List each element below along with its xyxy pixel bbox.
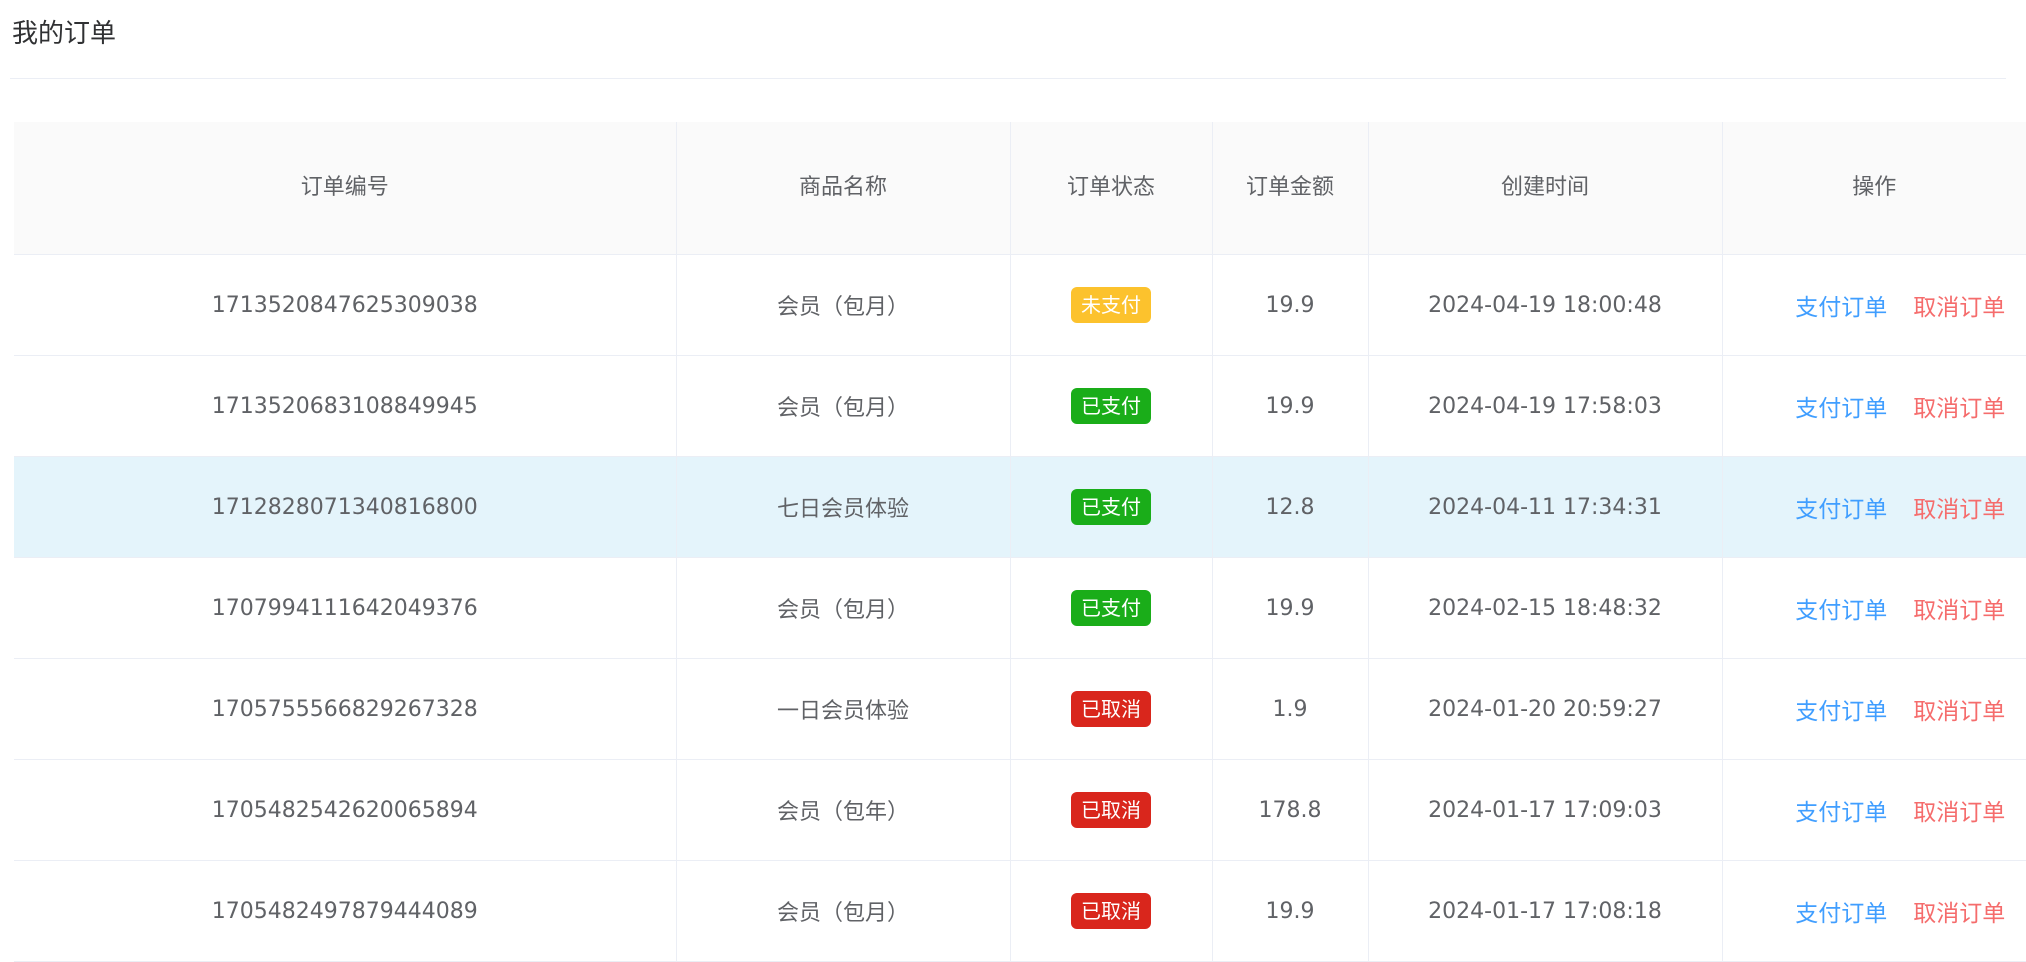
status-badge: 已支付 [1071,590,1151,626]
created-cell: 2024-04-19 18:00:48 [1368,254,1723,356]
table-row[interactable]: 1713520847625309038 会员（包月） 未支付 19.9 2024… [14,254,2026,356]
table-row[interactable]: 1712828071340816800 七日会员体验 已支付 12.8 2024… [14,456,2026,558]
column-header-created[interactable]: 创建时间 [1368,122,1723,255]
pay-order-link[interactable]: 支付订单 [1795,591,1887,625]
status-cell: 已取消 [1010,759,1213,861]
product-cell: 会员（包年） [676,759,1011,861]
actions-cell: 支付订单 取消订单 [1722,456,2026,558]
created-cell: 2024-01-20 20:59:27 [1368,658,1723,760]
created-cell: 2024-01-17 17:09:03 [1368,759,1723,861]
status-cell: 已取消 [1010,658,1213,760]
status-badge: 未支付 [1071,287,1151,323]
table-row[interactable]: 1705755566829267328 一日会员体验 已取消 1.9 2024-… [14,658,2026,760]
amount-cell: 19.9 [1212,254,1369,356]
cancel-order-link[interactable]: 取消订单 [1913,692,2005,726]
actions-cell: 支付订单 取消订单 [1722,860,2026,962]
column-header-status[interactable]: 订单状态 [1010,122,1213,255]
cancel-order-link[interactable]: 取消订单 [1913,490,2005,524]
amount-cell: 12.8 [1212,456,1369,558]
amount-cell: 19.9 [1212,355,1369,457]
created-cell: 2024-02-15 18:48:32 [1368,557,1723,659]
column-header-actions[interactable]: 操作 [1722,122,2026,255]
status-cell: 已支付 [1010,355,1213,457]
amount-cell: 19.9 [1212,860,1369,962]
status-cell: 已取消 [1010,860,1213,962]
status-badge: 已取消 [1071,691,1151,727]
product-cell: 一日会员体验 [676,658,1011,760]
cancel-order-link[interactable]: 取消订单 [1913,894,2005,928]
table-header-row: 订单编号 商品名称 订单状态 订单金额 创建时间 操作 [14,122,2026,255]
actions-cell: 支付订单 取消订单 [1722,557,2026,659]
cancel-order-link[interactable]: 取消订单 [1913,793,2005,827]
actions-cell: 支付订单 取消订单 [1722,658,2026,760]
amount-cell: 19.9 [1212,557,1369,659]
order-no-cell: 1707994111642049376 [14,557,677,659]
order-no-cell: 1705482542620065894 [14,759,677,861]
product-cell: 会员（包月） [676,557,1011,659]
orders-table: 订单编号 商品名称 订单状态 订单金额 创建时间 操作 171352084762… [14,122,2026,962]
status-badge: 已取消 [1071,893,1151,929]
pay-order-link[interactable]: 支付订单 [1795,288,1887,322]
cancel-order-link[interactable]: 取消订单 [1913,288,2005,322]
order-no-cell: 1713520683108849945 [14,355,677,457]
status-cell: 未支付 [1010,254,1213,356]
pay-order-link[interactable]: 支付订单 [1795,793,1887,827]
pay-order-link[interactable]: 支付订单 [1795,692,1887,726]
product-cell: 七日会员体验 [676,456,1011,558]
created-cell: 2024-01-17 17:08:18 [1368,860,1723,962]
product-cell: 会员（包月） [676,355,1011,457]
cancel-order-link[interactable]: 取消订单 [1913,591,2005,625]
table-row[interactable]: 1705482497879444089 会员（包月） 已取消 19.9 2024… [14,860,2026,962]
pay-order-link[interactable]: 支付订单 [1795,389,1887,423]
created-cell: 2024-04-19 17:58:03 [1368,355,1723,457]
pay-order-link[interactable]: 支付订单 [1795,894,1887,928]
amount-cell: 1.9 [1212,658,1369,760]
order-no-cell: 1705755566829267328 [14,658,677,760]
actions-cell: 支付订单 取消订单 [1722,355,2026,457]
table-row[interactable]: 1707994111642049376 会员（包月） 已支付 19.9 2024… [14,557,2026,659]
status-cell: 已支付 [1010,456,1213,558]
title-divider [10,78,2006,79]
product-cell: 会员（包月） [676,254,1011,356]
status-badge: 已支付 [1071,388,1151,424]
actions-cell: 支付订单 取消订单 [1722,254,2026,356]
status-cell: 已支付 [1010,557,1213,659]
status-badge: 已支付 [1071,489,1151,525]
column-header-amount[interactable]: 订单金额 [1212,122,1369,255]
actions-cell: 支付订单 取消订单 [1722,759,2026,861]
table-row[interactable]: 1713520683108849945 会员（包月） 已支付 19.9 2024… [14,355,2026,457]
order-no-cell: 1713520847625309038 [14,254,677,356]
table-row[interactable]: 1705482542620065894 会员（包年） 已取消 178.8 202… [14,759,2026,861]
amount-cell: 178.8 [1212,759,1369,861]
page-title: 我的订单 [12,19,117,49]
order-no-cell: 1705482497879444089 [14,860,677,962]
status-badge: 已取消 [1071,792,1151,828]
pay-order-link[interactable]: 支付订单 [1795,490,1887,524]
column-header-order-no[interactable]: 订单编号 [14,122,677,255]
cancel-order-link[interactable]: 取消订单 [1913,389,2005,423]
order-no-cell: 1712828071340816800 [14,456,677,558]
product-cell: 会员（包月） [676,860,1011,962]
created-cell: 2024-04-11 17:34:31 [1368,456,1723,558]
column-header-product[interactable]: 商品名称 [676,122,1011,255]
